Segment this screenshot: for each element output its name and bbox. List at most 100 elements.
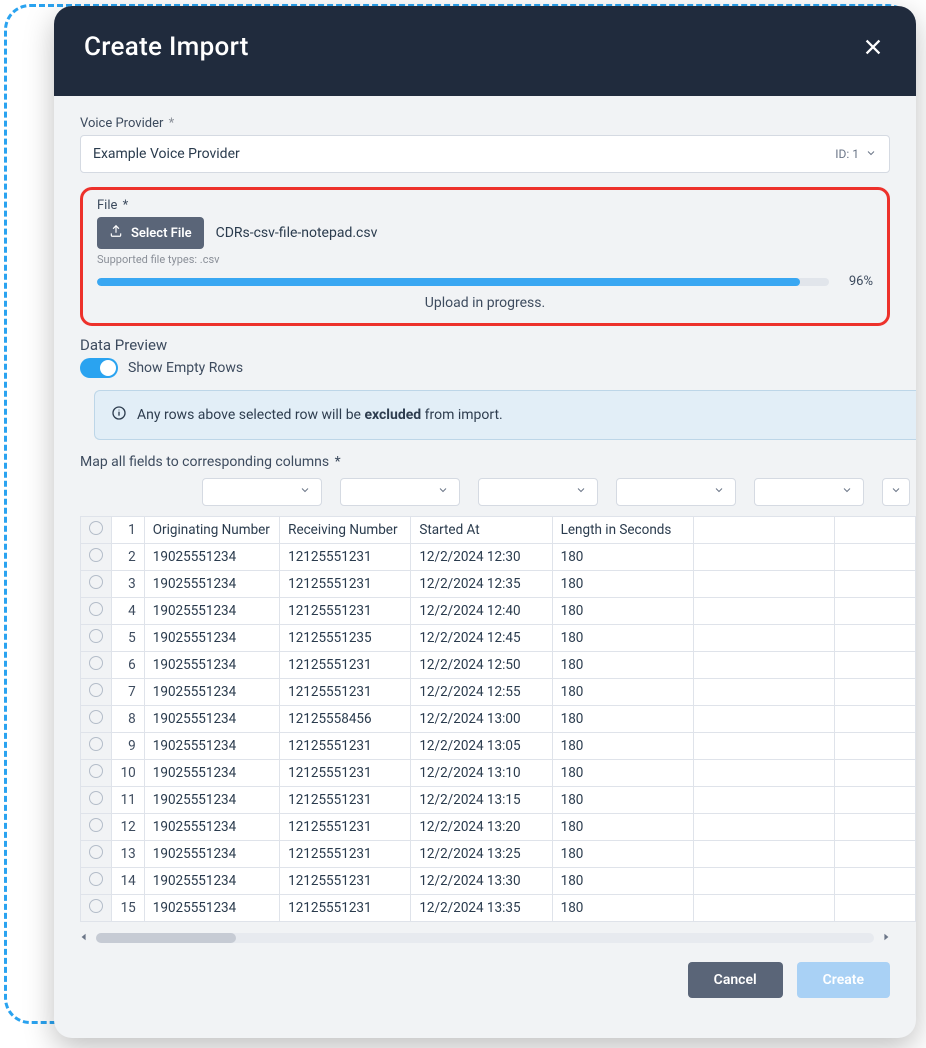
table-cell: [693, 814, 834, 841]
column-header: Started At: [411, 517, 552, 544]
row-select-radio[interactable]: [89, 737, 103, 751]
cancel-button[interactable]: Cancel: [688, 962, 783, 998]
column-mapping-select[interactable]: [340, 478, 460, 506]
row-index: 1: [112, 517, 144, 544]
column-header: Originating Number: [144, 517, 279, 544]
scroll-thumb[interactable]: [96, 933, 236, 943]
table-cell: 180: [552, 733, 693, 760]
table-cell: 180: [552, 787, 693, 814]
required-asterisk: *: [335, 454, 341, 470]
table-cell: 12/2/2024 12:35: [411, 571, 552, 598]
row-index: 6: [112, 652, 144, 679]
map-fields-label-text: Map all fields to corresponding columns: [80, 454, 329, 470]
file-label: File *: [97, 198, 873, 213]
voice-provider-value: Example Voice Provider: [93, 146, 240, 162]
table-cell: 12125551231: [280, 760, 411, 787]
required-asterisk: *: [169, 116, 175, 131]
row-select-radio[interactable]: [89, 683, 103, 697]
table-cell: 180: [552, 652, 693, 679]
voice-provider-dropdown[interactable]: Example Voice Provider ID: 1: [80, 135, 890, 173]
table-cell: 19025551234: [144, 544, 279, 571]
column-mapping-row: [80, 476, 916, 514]
create-button[interactable]: Create: [797, 962, 890, 998]
scroll-track[interactable]: [96, 933, 874, 943]
table-cell: [693, 760, 834, 787]
table-cell: 12/2/2024 13:25: [411, 841, 552, 868]
table-row: 8190255512341212555845612/2/2024 13:0018…: [81, 706, 916, 733]
upload-progress-bar: [97, 278, 829, 286]
upload-progress-row: 96%: [97, 274, 873, 289]
column-mapping-select[interactable]: [754, 478, 864, 506]
upload-progress-percent: 96%: [839, 274, 873, 289]
table-cell: 12/2/2024 13:20: [411, 814, 552, 841]
row-index: 5: [112, 625, 144, 652]
table-cell: [693, 679, 834, 706]
create-import-modal: Create Import Voice Provider * Example V…: [54, 6, 916, 1038]
horizontal-scrollbar[interactable]: [80, 930, 890, 946]
table-cell: 180: [552, 868, 693, 895]
row-select-radio[interactable]: [89, 521, 103, 535]
table-cell: 19025551234: [144, 895, 279, 922]
column-header: [693, 517, 834, 544]
show-empty-rows-toggle[interactable]: [80, 358, 118, 378]
table-cell: 12125551231: [280, 733, 411, 760]
row-select-radio[interactable]: [89, 602, 103, 616]
row-select-radio[interactable]: [89, 899, 103, 913]
modal-footer: Cancel Create: [54, 946, 916, 1020]
scroll-right-icon[interactable]: [882, 930, 890, 946]
table-cell: 19025551234: [144, 760, 279, 787]
table-cell: 19025551234: [144, 841, 279, 868]
info-bold: excluded: [364, 407, 421, 423]
column-mapping-select[interactable]: [616, 478, 736, 506]
table-cell: 180: [552, 571, 693, 598]
table-cell: [693, 895, 834, 922]
table-cell: 12/2/2024 13:10: [411, 760, 552, 787]
table-cell: 180: [552, 679, 693, 706]
column-mapping-select[interactable]: [478, 478, 598, 506]
table-cell: 12/2/2024 12:45: [411, 625, 552, 652]
column-header: [835, 517, 916, 544]
row-select-radio[interactable]: [89, 818, 103, 832]
row-select-radio[interactable]: [89, 872, 103, 886]
table-cell: 12125558456: [280, 706, 411, 733]
table-cell: [835, 598, 916, 625]
select-file-button[interactable]: Select File: [97, 217, 204, 249]
row-select-radio[interactable]: [89, 791, 103, 805]
close-button[interactable]: [860, 34, 886, 60]
info-prefix: Any rows above selected row will be: [137, 407, 364, 423]
table-cell: 180: [552, 760, 693, 787]
table-cell: [835, 571, 916, 598]
row-select-radio[interactable]: [89, 575, 103, 589]
table-cell: 180: [552, 544, 693, 571]
chevron-down-icon: [890, 484, 902, 500]
column-header: Receiving Number: [280, 517, 411, 544]
row-select-radio[interactable]: [89, 548, 103, 562]
select-file-button-label: Select File: [131, 226, 192, 241]
required-asterisk: *: [123, 198, 129, 213]
table-cell: 19025551234: [144, 787, 279, 814]
row-select-radio[interactable]: [89, 710, 103, 724]
table-cell: 12/2/2024 13:35: [411, 895, 552, 922]
data-preview-table: 1Originating NumberReceiving NumberStart…: [80, 516, 916, 922]
table-cell: [693, 733, 834, 760]
table-row: 11190255512341212555123112/2/2024 13:151…: [81, 787, 916, 814]
row-index: 8: [112, 706, 144, 733]
table-cell: 19025551234: [144, 706, 279, 733]
row-select-radio[interactable]: [89, 845, 103, 859]
row-select-radio[interactable]: [89, 629, 103, 643]
table-cell: 12125551231: [280, 895, 411, 922]
table-row: 3190255512341212555123112/2/2024 12:3518…: [81, 571, 916, 598]
column-mapping-select[interactable]: [882, 478, 910, 506]
modal-header: Create Import: [54, 6, 916, 96]
table-cell: [693, 706, 834, 733]
scroll-left-icon[interactable]: [80, 930, 88, 946]
chevron-down-icon: [713, 484, 725, 500]
table-cell: [693, 625, 834, 652]
table-row: 5190255512341212555123512/2/2024 12:4518…: [81, 625, 916, 652]
row-select-radio[interactable]: [89, 764, 103, 778]
table-cell: [693, 571, 834, 598]
column-mapping-select[interactable]: [202, 478, 322, 506]
table-cell: 12/2/2024 13:00: [411, 706, 552, 733]
table-cell: [835, 895, 916, 922]
row-select-radio[interactable]: [89, 656, 103, 670]
